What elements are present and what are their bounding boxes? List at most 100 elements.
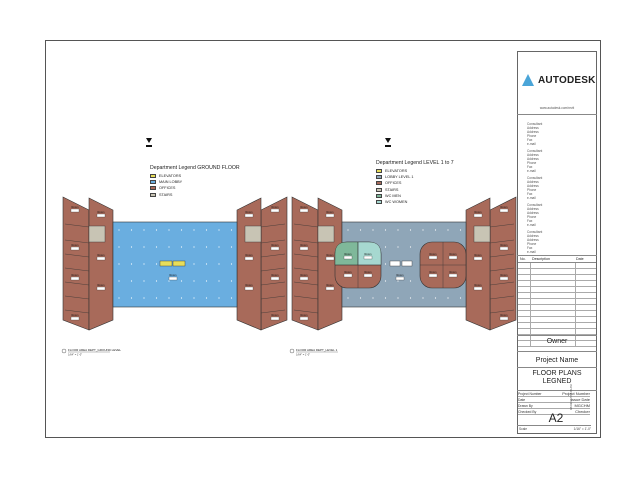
room-tag xyxy=(96,256,106,261)
column-grid-dot xyxy=(218,297,220,299)
elevator xyxy=(401,260,413,267)
room-label: Room xyxy=(301,205,308,209)
column-grid-dot xyxy=(143,263,145,265)
brand-url: www.autodesk.com/revit xyxy=(539,106,575,110)
column-grid-dot xyxy=(384,229,387,231)
title-field-label: Project Number xyxy=(518,391,542,396)
column-grid-dot xyxy=(384,263,387,265)
room-tag xyxy=(270,276,280,281)
room-label: Room xyxy=(246,253,253,257)
scale-row: Scale 1/16" = 1'-0" xyxy=(519,427,591,431)
room-tag xyxy=(428,273,438,278)
stairs-area xyxy=(473,225,491,243)
room-label: Room xyxy=(272,205,279,209)
room-tag xyxy=(325,213,335,218)
column-grid-dot xyxy=(168,297,170,299)
column-grid-dot xyxy=(397,280,399,282)
column-grid-dot xyxy=(384,297,387,299)
title-field-label: Drawn By xyxy=(518,403,533,408)
consultant-block: Consultant Address Address Phone Fax e-mail xyxy=(527,149,587,173)
column-grid-dot xyxy=(205,246,208,248)
plan-scale: 1/64" = 1'-0" xyxy=(296,353,310,357)
column-grid-dot xyxy=(434,229,437,231)
room-tag xyxy=(363,255,373,260)
plan-caption: FLOOR AREA DEPT_GROUND LEVEL xyxy=(68,348,121,352)
consultant-block: Consultant Address Address Phone Fax e-mail xyxy=(527,203,587,227)
column-grid-dot xyxy=(118,246,120,248)
room-label: Room xyxy=(72,273,79,277)
consultant-block: Consultant Address Address Phone Fax e-mail xyxy=(527,230,587,254)
column-grid-dot xyxy=(143,297,145,299)
column-grid-dot xyxy=(422,229,424,231)
title-block-divider xyxy=(517,335,597,336)
consultant-line: e-mail xyxy=(527,169,536,173)
column-grid-dot xyxy=(168,229,170,231)
room-tag xyxy=(168,276,178,281)
column-grid-dot xyxy=(359,297,362,299)
room-label: Room xyxy=(246,283,253,287)
room-label: Room xyxy=(430,252,437,256)
revision-header-date: Date xyxy=(576,257,584,261)
room-label: Room xyxy=(365,270,372,274)
column-grid-dot xyxy=(180,297,183,299)
column-grid-dot xyxy=(447,297,449,299)
room-tag xyxy=(363,273,373,278)
sheet-title-line-2: LEGNED xyxy=(542,378,572,385)
column-grid-dot xyxy=(409,246,412,248)
column-grid-dot xyxy=(193,229,195,231)
column-grid-dot xyxy=(193,246,195,248)
column-grid-dot xyxy=(230,246,233,248)
room-tag xyxy=(499,276,509,281)
column-grid-dot xyxy=(130,297,133,299)
column-grid-dot xyxy=(205,263,208,265)
room-label: Room xyxy=(450,270,457,274)
column-grid-dot xyxy=(359,229,362,231)
sheet-title-line-1: FLOOR PLANS xyxy=(532,370,582,377)
room-tag xyxy=(343,255,353,260)
room-label: Room xyxy=(501,273,508,277)
room-label: Room xyxy=(170,273,177,277)
room-label: Room xyxy=(450,252,457,256)
column-grid-dot xyxy=(384,246,387,248)
column-grid-dot xyxy=(397,229,399,231)
room-label: Room xyxy=(327,283,334,287)
room-tag xyxy=(244,213,254,218)
room-tag xyxy=(244,256,254,261)
room-tag xyxy=(299,208,309,213)
plan-scale: 1/64" = 1'-0" xyxy=(68,353,82,357)
room-label: Room xyxy=(327,210,334,214)
room-label: Room xyxy=(98,210,105,214)
column-grid-dot xyxy=(143,229,145,231)
office-wing xyxy=(88,197,114,331)
column-grid-dot xyxy=(218,263,220,265)
column-grid-dot xyxy=(155,297,158,299)
room-tag xyxy=(499,316,509,321)
room-label: Room xyxy=(72,205,79,209)
room-tag xyxy=(96,213,106,218)
title-field-label: Date xyxy=(518,397,526,402)
title-block-divider xyxy=(517,425,591,426)
column-grid-dot xyxy=(384,280,387,282)
room-tag xyxy=(299,316,309,321)
room-label: Room xyxy=(301,313,308,317)
column-grid-dot xyxy=(372,229,374,231)
elevator xyxy=(172,260,186,267)
room-label: Room xyxy=(327,253,334,257)
office-wing xyxy=(236,197,262,331)
column-grid-dot xyxy=(118,263,120,265)
column-grid-dot xyxy=(230,297,233,299)
column-grid-dot xyxy=(459,297,462,299)
column-grid-dot xyxy=(434,297,437,299)
room-tag xyxy=(70,246,80,251)
title-field-label: Checked By xyxy=(518,409,537,414)
column-grid-dot xyxy=(143,280,145,282)
room-tag xyxy=(270,208,280,213)
room-tag xyxy=(270,246,280,251)
room-tag xyxy=(299,246,309,251)
column-grid-dot xyxy=(180,280,183,282)
room-label: Room xyxy=(397,273,404,277)
room-tag xyxy=(343,273,353,278)
stairs-area xyxy=(317,225,335,243)
title-field-value: Issue Date xyxy=(570,397,590,402)
column-grid-dot xyxy=(155,263,158,265)
